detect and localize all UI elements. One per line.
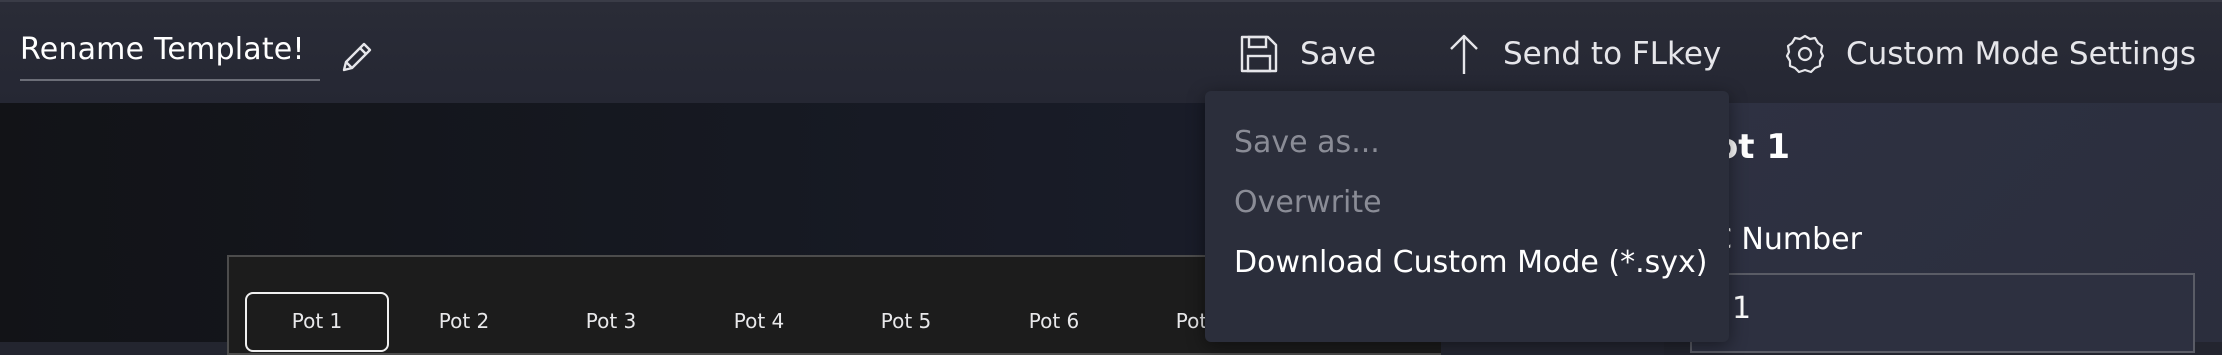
save-button[interactable]: Save [1238,2,1376,105]
template-name-field[interactable]: Rename Template! [20,32,305,67]
template-name-underline [20,79,320,81]
save-icon [1240,35,1278,72]
tab-pot-3[interactable]: Pot 3 [539,292,683,352]
tab-pot-5[interactable]: Pot 5 [834,292,978,352]
gear-icon [1785,34,1825,73]
menu-item-overwrite[interactable]: Overwrite [1234,185,1382,220]
tab-pot-4[interactable]: Pot 4 [687,292,831,352]
send-to-device-button[interactable]: Send to FLkey [1445,2,1721,105]
menu-item-save-as[interactable]: Save as... [1234,125,1380,160]
pencil-icon[interactable] [336,38,376,78]
tab-pot-1[interactable]: Pot 1 [245,292,389,352]
tab-pot-6[interactable]: Pot 6 [982,292,1126,352]
tab-pot-2[interactable]: Pot 2 [392,292,536,352]
custom-mode-settings-button[interactable]: Custom Mode Settings [1784,2,2196,105]
cc-number-input[interactable]: 1 [1690,273,2195,353]
send-label: Send to FLkey [1503,35,1722,72]
arrow-up-icon [1450,34,1478,74]
menu-item-download-custom-mode[interactable]: Download Custom Mode (*.syx) [1234,245,1707,280]
settings-label: Custom Mode Settings [1846,35,2197,72]
save-menu: Save as... Overwrite Download Custom Mod… [1205,91,1729,342]
top-toolbar: Rename Template! Save Send to FLkey Cust… [0,0,2222,103]
save-label: Save [1300,35,1377,72]
